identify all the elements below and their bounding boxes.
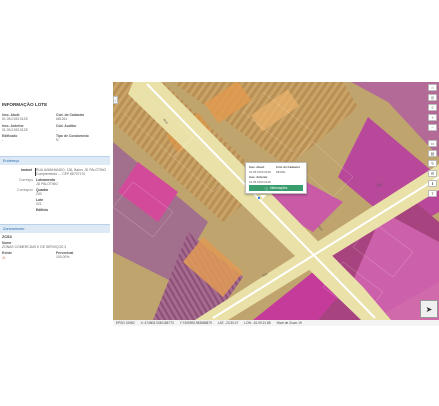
popup-label: Insc. Atual: xyxy=(249,165,265,169)
status-lat: LAT: -23.30.47 xyxy=(217,321,239,325)
field-value: - xyxy=(56,127,58,132)
map-toolbar: ⌂ ◎ ≡ + − ▭ ▤ ✎ ⚙ ℹ ⇪ xyxy=(428,84,437,197)
zone-section-header[interactable]: Zoneamento xyxy=(0,224,110,233)
share-icon[interactable]: ⇪ xyxy=(428,190,437,197)
status-y: Y:7405993.983586879 xyxy=(179,321,212,325)
draw-icon[interactable]: ✎ xyxy=(428,160,437,167)
field-value: - xyxy=(2,138,4,142)
info-icon: ⓘ xyxy=(264,186,268,191)
popup-label: Insc. Anterior xyxy=(249,175,268,179)
popup-fields: Insc. Atual: Cód. do Cadastro 01.05.0153… xyxy=(246,163,306,186)
map-view[interactable]: Rua Rua Rua Rua xyxy=(113,82,439,320)
ruler-icon[interactable]: ▭ xyxy=(428,140,437,147)
field-value: 01.05.0153.0128 xyxy=(2,117,28,121)
info-button[interactable]: ⓘ Informações xyxy=(249,185,303,191)
field-value: 681261 xyxy=(56,117,68,121)
address-lote: Lote 021 xyxy=(36,198,110,206)
locate-icon[interactable]: ◎ xyxy=(428,94,437,101)
edificio-value: - xyxy=(36,212,38,216)
zone-percent: Percentual 100,00% xyxy=(56,251,110,260)
address-quadra: Quadra 200 xyxy=(36,188,110,196)
address-street: RUA AVANHANDO, 136, Bairro JD PALOTINO C… xyxy=(36,168,107,176)
settings-icon[interactable]: ⚙ xyxy=(428,170,437,177)
chevron-left-icon: ‹ xyxy=(114,97,117,103)
app-root: INFORMAÇÃO LOTE Insc. Atual: 01.05.0153.0… xyxy=(0,0,439,406)
info-icon[interactable]: ℹ xyxy=(428,180,437,187)
tab-correspondencia[interactable]: Correspo xyxy=(2,178,36,186)
field-cod-cadastro: Cód. do Cadastro 681261 xyxy=(56,113,110,121)
address-block: Imóvel RUA AVANHANDO, 136, Bairro JD PAL… xyxy=(0,165,110,219)
field-value: N xyxy=(56,138,59,142)
popup-tail xyxy=(260,195,266,199)
home-icon[interactable]: ⌂ xyxy=(428,84,437,91)
address-section-header[interactable]: Endereço xyxy=(0,156,110,165)
info-button-label: Informações xyxy=(269,186,288,190)
zone-block: ZCS3 Nome ZONAS COMERCIAIS E DE SERVIÇOS… xyxy=(0,233,110,262)
address-loteamento: Loteamento JD PALOTINO xyxy=(36,178,110,186)
popup-label: Cód. do Cadastro xyxy=(276,165,301,169)
lote-value: 021 xyxy=(36,202,42,206)
lot-info-panel: INFORMAÇÃO LOTE Insc. Atual: 01.05.0153.0… xyxy=(0,100,110,300)
tab-imovel[interactable]: Imóvel xyxy=(2,168,36,176)
address-edificio: Edifício - xyxy=(36,208,110,216)
status-zoom-level: Nível de Zoom 19 xyxy=(276,321,302,325)
field-insc-atual: Insc. Atual: 01.05.0153.0128 xyxy=(2,113,56,121)
layers-icon[interactable]: ≡ xyxy=(428,104,437,111)
tab-correspondencia-2[interactable]: Correspon xyxy=(2,188,36,196)
compass-widget[interactable]: ➤ xyxy=(420,300,438,318)
field-tipo-condominio: Tipo de Condomínio N xyxy=(56,134,110,142)
status-x: X: 474803.0340186773 xyxy=(140,321,174,325)
percent-value: 100,00% xyxy=(56,255,70,259)
status-epsg: EPSG 31982 xyxy=(116,321,135,325)
map-status-bar: EPSG 31982 X: 474803.0340186773 Y:740599… xyxy=(113,320,439,326)
edificio-label: Edifício xyxy=(36,208,49,212)
map-canvas[interactable]: Rua Rua Rua Rua xyxy=(113,82,439,320)
print-icon[interactable]: ▤ xyxy=(428,150,437,157)
zone-exists: Existe ⚠ xyxy=(2,251,56,260)
popup-value: 01.05.0153.0128 xyxy=(249,170,271,174)
lot-fields: Insc. Atual: 01.05.0153.0128 Cód. do Cada… xyxy=(0,113,110,142)
compass-icon: ➤ xyxy=(425,304,433,314)
popup-value: 01.05.0153.0128 xyxy=(249,180,271,184)
collapse-panel-button[interactable]: ‹ xyxy=(113,96,118,104)
zoom-in-icon[interactable]: + xyxy=(428,114,437,121)
field-value: 01.05.0153.0128 xyxy=(2,127,28,132)
zone-name-value: ZONAS COMERCIAIS E DE SERVIÇOS 3 xyxy=(2,245,67,249)
popup-value: 681261 xyxy=(276,170,286,174)
field-insc-anterior: Insc. Anterior 01.05.0153.0128 xyxy=(2,124,56,132)
warning-icon: ⚠ xyxy=(2,255,6,260)
field-cod-auditor: Cód. Auditor - xyxy=(56,124,110,132)
zone-fields: Existe ⚠ Percentual 100,00% xyxy=(2,251,108,260)
zone-code: ZCS3 xyxy=(2,235,12,239)
zoom-out-icon[interactable]: − xyxy=(428,124,437,131)
panel-title: INFORMAÇÃO LOTE xyxy=(2,102,48,107)
map-popup: Insc. Atual: Cód. do Cadastro 01.05.0153… xyxy=(245,162,307,199)
field-edificado: Edificado - xyxy=(2,134,56,142)
loteamento-value: JD PALOTINO xyxy=(36,182,58,186)
status-lon: LON: -51.09.21.88 xyxy=(244,321,271,325)
quadra-value: 200 xyxy=(36,192,42,196)
